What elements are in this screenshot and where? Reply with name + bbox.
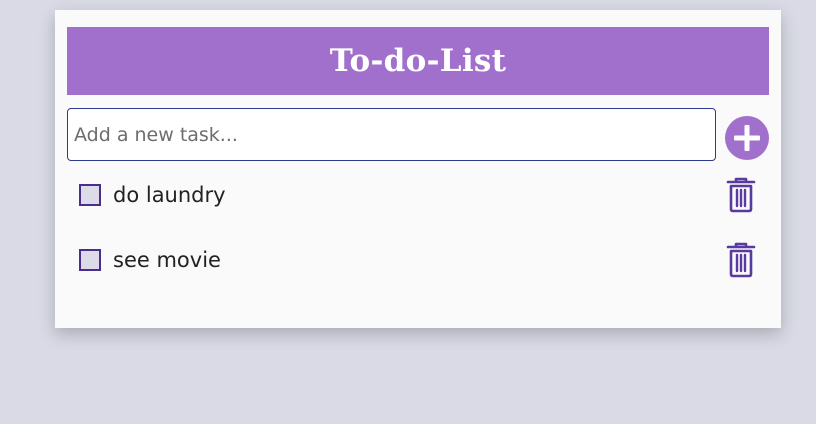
trash-icon <box>726 242 756 278</box>
trash-icon <box>726 177 756 213</box>
task-item: do laundry <box>79 177 759 213</box>
plus-icon <box>734 125 760 151</box>
delete-task-button[interactable] <box>723 177 759 213</box>
task-label: do laundry <box>113 183 226 207</box>
task-checkbox[interactable] <box>79 249 101 271</box>
add-task-button[interactable] <box>725 116 769 160</box>
todo-card: To-do-List do laundry see movie <box>55 10 781 328</box>
task-item: see movie <box>79 242 759 278</box>
page-title: To-do-List <box>329 43 507 79</box>
task-label: see movie <box>113 248 221 272</box>
task-checkbox[interactable] <box>79 184 101 206</box>
new-task-input[interactable] <box>67 108 716 161</box>
delete-task-button[interactable] <box>723 242 759 278</box>
header-bar: To-do-List <box>67 27 769 95</box>
